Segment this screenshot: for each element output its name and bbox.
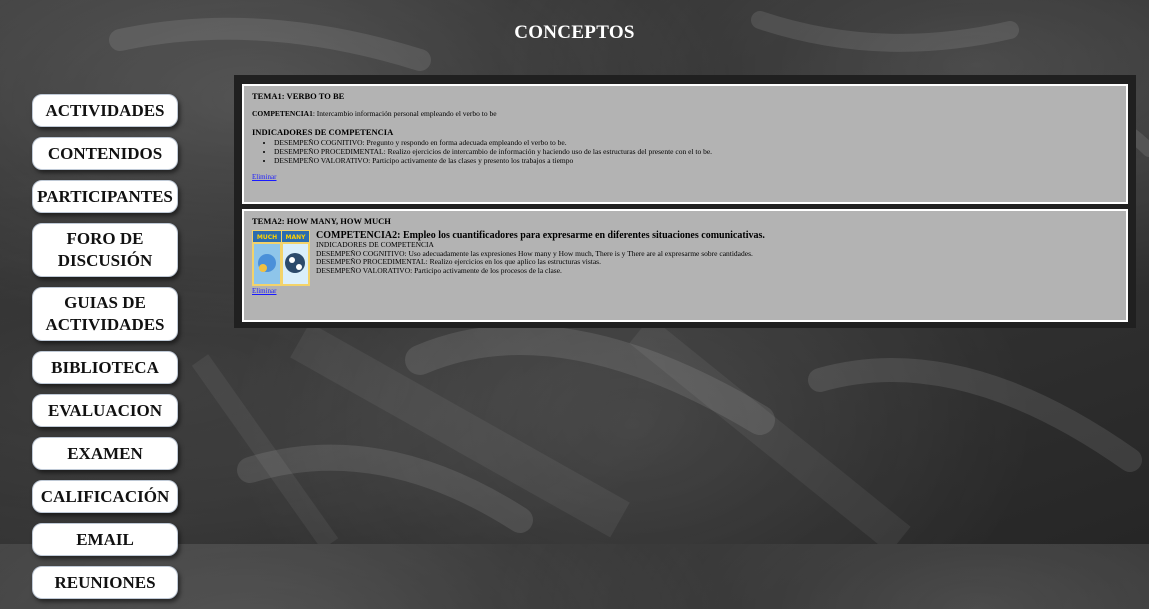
list-item: DESEMPEÑO COGNITIVO: Pregunto y respondo… xyxy=(274,138,1118,147)
page-title: CONCEPTOS xyxy=(514,22,635,43)
tema-card: TEMA2: HOW MANY, HOW MUCH MUCH MANY COMP… xyxy=(242,209,1128,322)
nav-contenidos-button[interactable]: CONTENIDOS xyxy=(32,137,178,170)
much-many-image: MUCH MANY xyxy=(252,230,310,286)
nav-guias-button[interactable]: GUIAS DE ACTIVIDADES xyxy=(32,287,178,341)
nav-participantes-button[interactable]: PARTICIPANTES xyxy=(32,180,178,213)
tema-title: TEMA2: HOW MANY, HOW MUCH xyxy=(252,216,391,226)
tema-title: TEMA1: VERBO TO BE xyxy=(252,91,345,101)
nav-evaluacion-button[interactable]: EVALUACION xyxy=(32,394,178,427)
nav-examen-button[interactable]: EXAMEN xyxy=(32,437,178,470)
competencia-line: COMPETENCIA1: Intercambio información pe… xyxy=(252,109,1118,118)
nav-biblioteca-button[interactable]: BIBLIOTECA xyxy=(32,351,178,384)
many-label: MANY xyxy=(286,234,307,241)
competencia-text: : Intercambio información personal emple… xyxy=(312,109,497,118)
delete-link[interactable]: Eliminar xyxy=(252,287,277,296)
desempeno-line: DESEMPEÑO VALORATIVO: Participo activame… xyxy=(316,265,562,275)
delete-link[interactable]: Eliminar xyxy=(252,173,277,182)
nav-email-button[interactable]: EMAIL xyxy=(32,523,178,556)
indicadores-heading: INDICADORES DE COMPETENCIA xyxy=(252,127,394,137)
nav-actividades-button[interactable]: ACTIVIDADES xyxy=(32,94,178,127)
competencia-label: COMPETENCIA1 xyxy=(252,109,313,118)
sidebar-nav: ACTIVIDADES CONTENIDOS PARTICIPANTES FOR… xyxy=(32,94,178,609)
concepts-panel: TEMA1: VERBO TO BE COMPETENCIA1: Interca… xyxy=(234,75,1136,328)
tema-card: TEMA1: VERBO TO BE COMPETENCIA1: Interca… xyxy=(242,84,1128,204)
nav-calificacion-button[interactable]: CALIFICACIÓN xyxy=(32,480,178,513)
nav-foro-button[interactable]: FORO DE DISCUSIÓN xyxy=(32,223,178,277)
tema2-details: COMPETENCIA2: Empleo los cuantificadores… xyxy=(316,230,765,286)
list-item: DESEMPEÑO VALORATIVO: Participo activame… xyxy=(274,156,1118,165)
much-label: MUCH xyxy=(257,234,277,241)
nav-reuniones-button[interactable]: REUNIONES xyxy=(32,566,178,599)
indicadores-list: DESEMPEÑO COGNITIVO: Pregunto y respondo… xyxy=(252,138,1118,165)
list-item: DESEMPEÑO PROCEDIMENTAL: Realizo ejercic… xyxy=(274,147,1118,156)
